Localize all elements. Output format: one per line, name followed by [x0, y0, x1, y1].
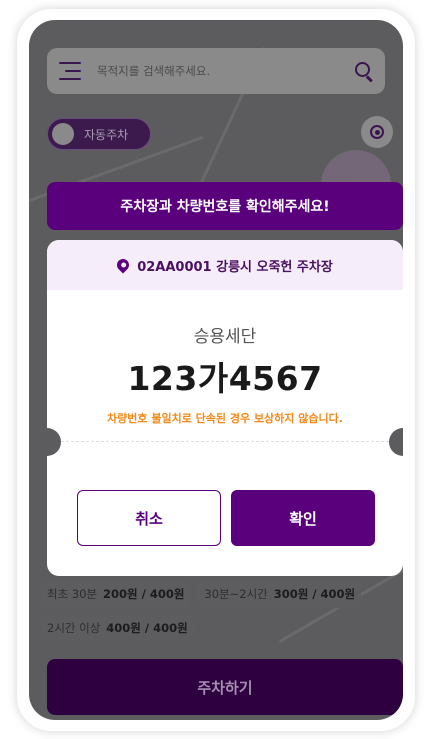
confirm-banner: 주차장과 차량번호를 확인해주세요! — [47, 182, 403, 230]
confirm-button[interactable]: 확인 — [231, 490, 375, 546]
park-button[interactable]: 주차하기 — [47, 659, 403, 715]
crosshair-icon — [369, 124, 385, 140]
location-pin-icon — [114, 256, 132, 274]
ticket-notch-right — [389, 428, 403, 456]
price-label: 최초 30분 — [47, 587, 98, 601]
app-screen: 목적지를 검색해주세요. 자동주차 주차장과 차량번호를 확인해주세요! 02A… — [29, 20, 403, 720]
price-value: 200원 / 400원 — [103, 587, 185, 601]
price-label: 2시간 이상 — [47, 621, 101, 635]
search-input[interactable]: 목적지를 검색해주세요. — [97, 63, 355, 79]
ticket-notch-left — [47, 428, 61, 456]
price-row: 2시간 이상 400원 / 400원 — [41, 614, 194, 642]
parking-lot-name: 02AA0001 강릉시 오죽헌 주차장 — [137, 259, 333, 275]
auto-parking-label: 자동주차 — [84, 127, 129, 142]
auto-parking-toggle[interactable]: 자동주차 — [47, 118, 151, 150]
search-icon[interactable] — [355, 62, 373, 83]
price-value: 300원 / 400원 — [273, 587, 356, 601]
search-bar[interactable]: 목적지를 검색해주세요. — [47, 48, 385, 94]
price-chip: 2시간 이상 400원 / 400원 — [41, 614, 194, 642]
menu-icon[interactable] — [59, 62, 81, 80]
price-label: 30분~2시간 — [204, 587, 268, 601]
price-chip: 30분~2시간 300원 / 400원 — [198, 580, 362, 608]
phone-frame: 목적지를 검색해주세요. 자동주차 주차장과 차량번호를 확인해주세요! 02A… — [17, 9, 415, 731]
license-plate: 123가4567 — [127, 359, 323, 398]
price-chip: 최초 30분 200원 / 400원 — [41, 580, 191, 608]
modal-actions: 취소 확인 — [77, 490, 375, 546]
modal-location-header: 02AA0001 강릉시 오죽헌 주차장 — [47, 240, 403, 290]
cancel-button[interactable]: 취소 — [77, 490, 221, 546]
warning-text: 차량번호 불일치로 단속된 경우 보상하지 않습니다. — [107, 412, 343, 425]
confirm-modal: 02AA0001 강릉시 오죽헌 주차장 승용세단 123가4567 차량번호 … — [47, 240, 403, 576]
toggle-knob — [52, 123, 74, 145]
car-type: 승용세단 — [193, 327, 257, 347]
dashed-divider — [61, 441, 389, 442]
current-location-button[interactable] — [361, 116, 393, 148]
price-value: 400원 / 400원 — [106, 621, 188, 635]
price-row: 최초 30분 200원 / 400원 30분~2시간 300원 / 400원 — [41, 580, 362, 608]
